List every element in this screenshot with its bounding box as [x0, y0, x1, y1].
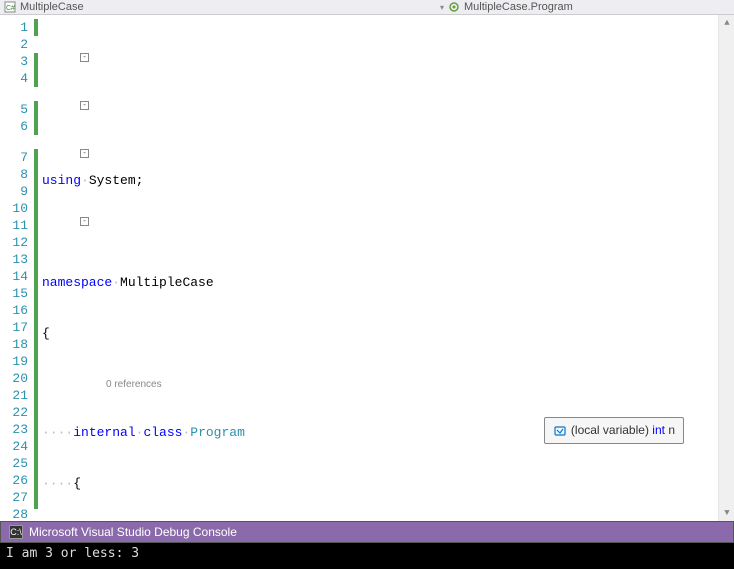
code-line: using·System; [42, 172, 718, 189]
code-line [42, 223, 718, 240]
code-line: { [42, 325, 718, 342]
codelens-references[interactable]: 0 references [106, 376, 162, 393]
code-area[interactable]: - - - - using·System; namespace·Multiple… [40, 15, 718, 521]
code-editor[interactable]: 123 456 789 101112 131415 161718 192021 … [0, 15, 734, 521]
breadcrumb-left-label: MultipleCase [20, 1, 84, 13]
code-line: ····{ [42, 475, 718, 492]
console-titlebar[interactable]: C:\ Microsoft Visual Studio Debug Consol… [0, 521, 734, 543]
scroll-up-icon[interactable]: ▲ [719, 15, 734, 31]
console-title-text: Microsoft Visual Studio Debug Console [29, 525, 237, 539]
vertical-scrollbar[interactable]: ▲ ▼ [718, 15, 734, 521]
collapse-icon[interactable]: - [80, 53, 89, 62]
dropdown-caret-icon: ▾ [440, 3, 444, 12]
scroll-down-icon[interactable]: ▼ [719, 505, 734, 521]
debug-console: C:\ Microsoft Visual Studio Debug Consol… [0, 521, 734, 569]
svg-text:C#: C# [6, 5, 15, 12]
csharp-file-icon: C# [4, 1, 16, 13]
component-icon [448, 1, 460, 13]
local-variable-icon [553, 424, 567, 438]
console-output[interactable]: I am 3 or less: 3 [0, 543, 734, 569]
collapse-icon[interactable]: - [80, 101, 89, 110]
breadcrumb-right-label: MultipleCase.Program [464, 1, 573, 13]
intellisense-tooltip: (local variable) int n [544, 417, 684, 444]
collapse-icon[interactable]: - [80, 149, 89, 158]
breadcrumb-left[interactable]: C# MultipleCase [0, 1, 440, 13]
code-line: namespace·MultipleCase [42, 274, 718, 291]
breadcrumb-right[interactable]: ▾ MultipleCase.Program [440, 1, 573, 13]
tooltip-text: (local variable) int n [571, 422, 675, 439]
breadcrumb-bar: C# MultipleCase ▾ MultipleCase.Program [0, 0, 734, 15]
line-number-gutter: 123 456 789 101112 131415 161718 192021 … [0, 15, 34, 521]
console-icon: C:\ [9, 525, 23, 539]
